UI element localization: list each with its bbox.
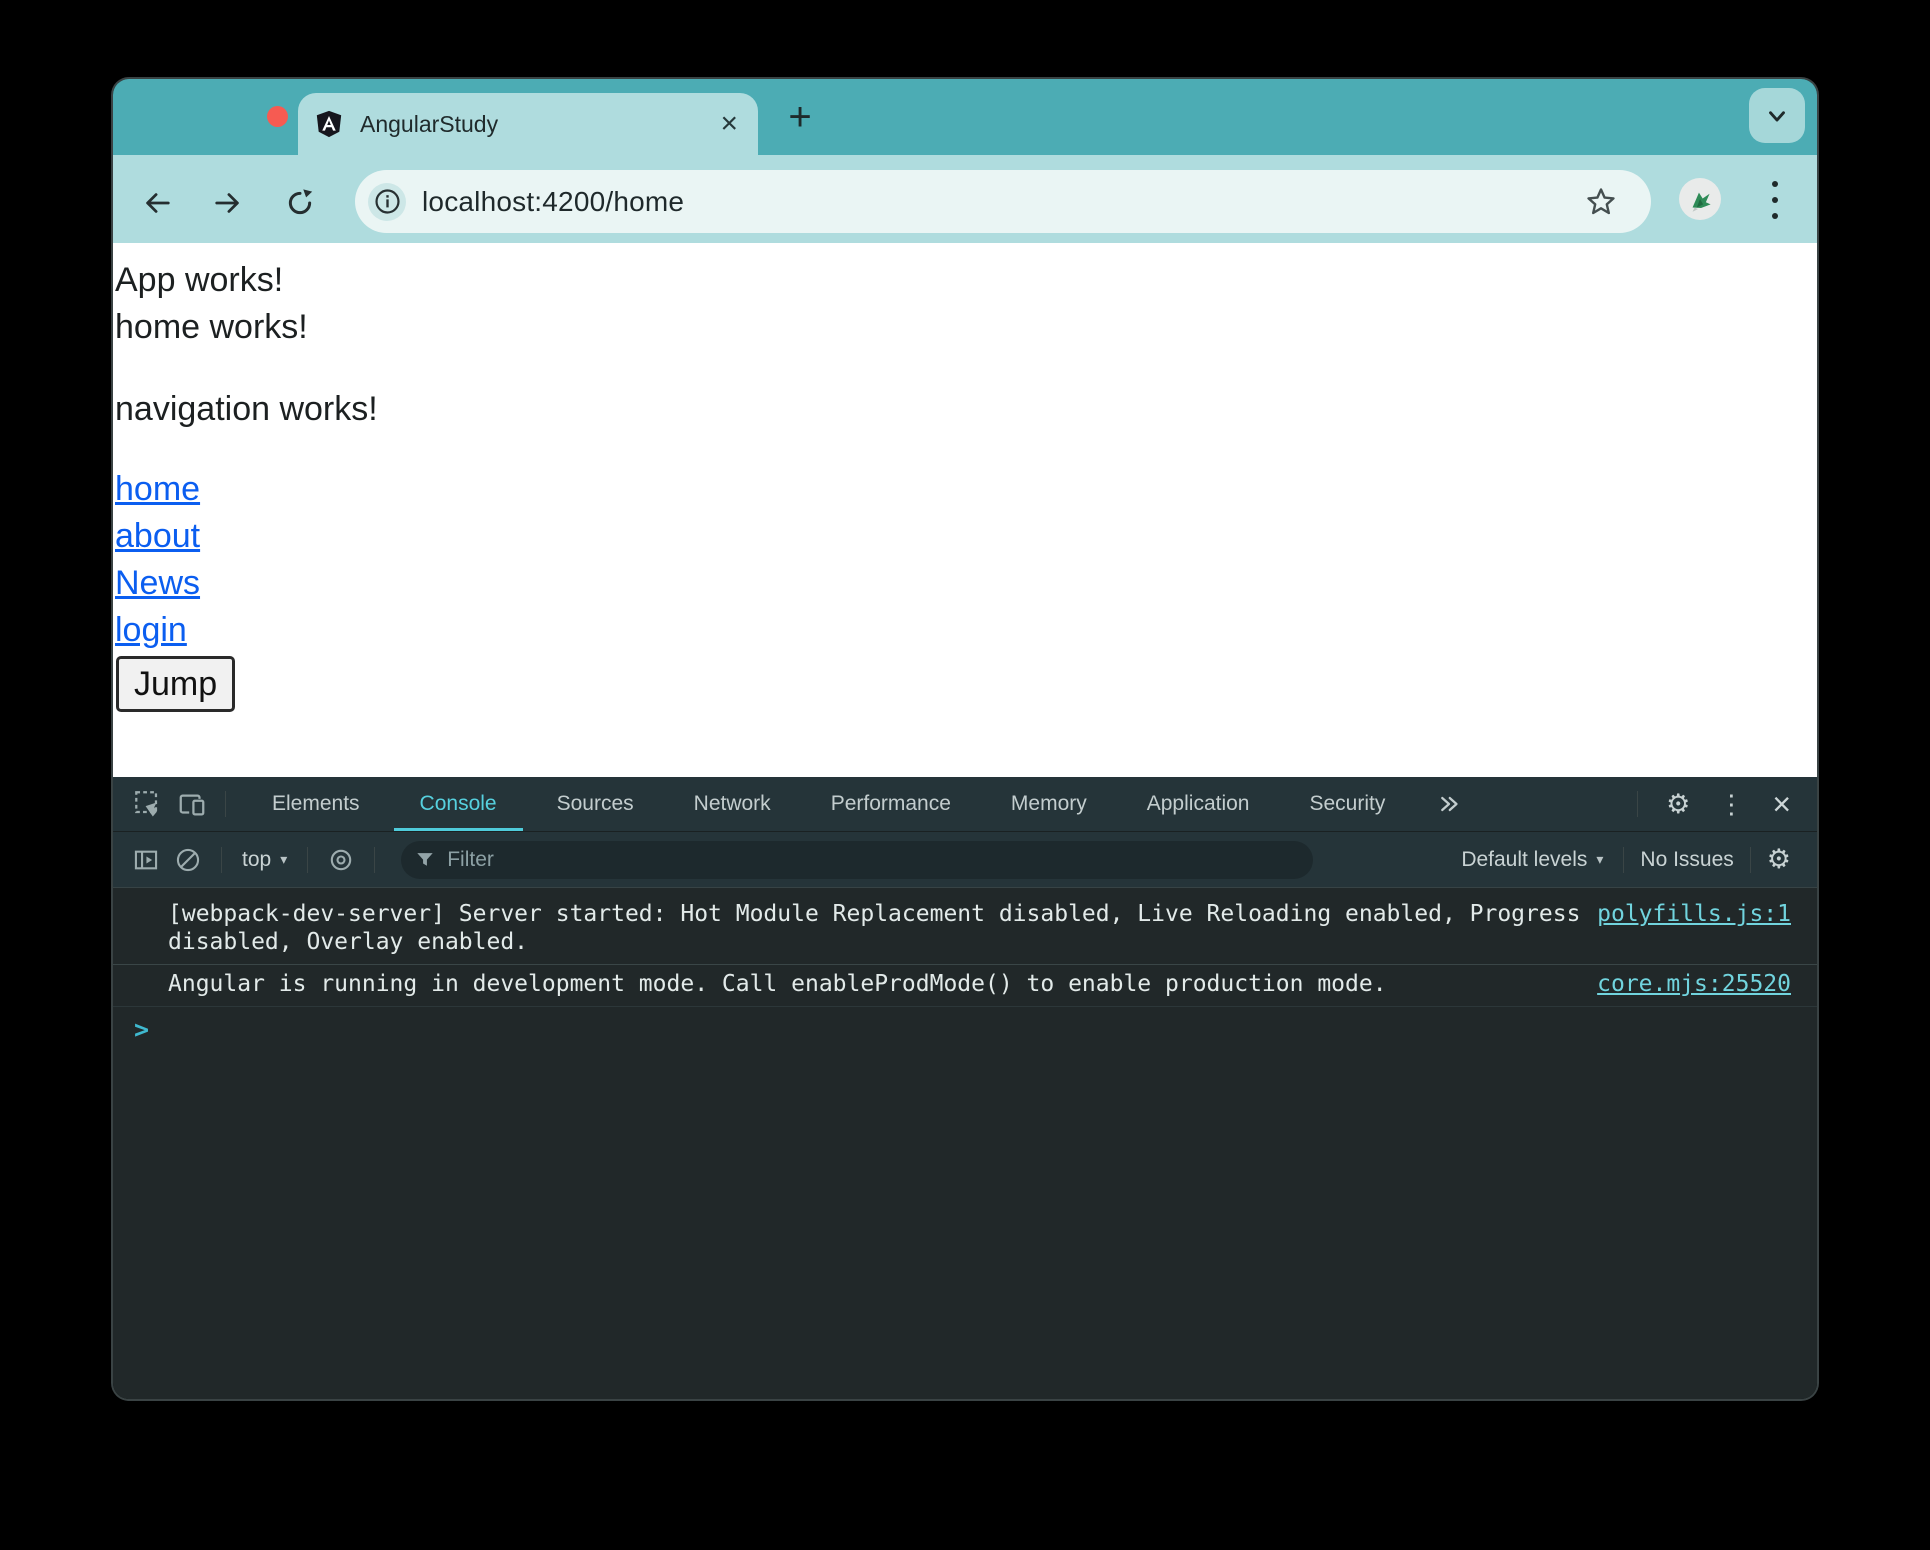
console-filter[interactable]: [401, 840, 1314, 879]
issues-counter[interactable]: No Issues: [1640, 848, 1733, 872]
jump-button[interactable]: Jump: [116, 656, 236, 712]
double-chevron-icon: [1441, 796, 1458, 812]
angular-logo-icon: [316, 110, 342, 138]
tab-title: AngularStudy: [360, 110, 499, 137]
tab-close-icon[interactable]: ×: [720, 109, 738, 139]
nav-link-login[interactable]: login: [115, 607, 187, 654]
divider: [1623, 846, 1625, 873]
divider: [1749, 846, 1751, 873]
forward-button[interactable]: [213, 188, 243, 218]
divider: [225, 791, 226, 817]
context-label: top: [242, 847, 272, 871]
tab-security[interactable]: Security: [1279, 777, 1415, 831]
app-works-text: App works!: [115, 261, 284, 299]
filter-funnel-icon: [417, 852, 433, 866]
devtools-close-button[interactable]: ×: [1772, 788, 1791, 820]
new-tab-button[interactable]: +: [777, 95, 823, 141]
javascript-context-selector[interactable]: top ▾: [238, 848, 291, 872]
console-prompt[interactable]: >: [113, 1007, 1817, 1043]
back-button[interactable]: [142, 188, 172, 218]
divider: [307, 846, 309, 873]
tab-network[interactable]: Network: [664, 777, 801, 831]
eye-icon: [330, 849, 352, 870]
caret-down-icon: ▾: [280, 851, 288, 868]
console-output: [webpack-dev-server] Server started: Hot…: [113, 888, 1817, 1399]
message-text: [webpack-dev-server] Server started: Hot…: [168, 901, 1581, 955]
nav-links: home about News login: [115, 466, 1817, 654]
address-bar[interactable]: localhost:4200/home: [355, 170, 1651, 233]
clear-icon: [176, 848, 200, 871]
devtools-tabbar: Elements Console Sources Network Perform…: [113, 777, 1817, 832]
home-works-text: home works!: [115, 308, 308, 346]
site-info-button[interactable]: [368, 182, 406, 221]
devtools-menu-button[interactable]: ⋮: [1718, 789, 1744, 820]
tab-elements[interactable]: Elements: [242, 777, 390, 831]
live-expression-button[interactable]: [324, 843, 358, 877]
browser-tab[interactable]: AngularStudy ×: [298, 93, 758, 155]
devtools-tabbar-actions: ⚙ ⋮ ×: [1637, 788, 1817, 820]
filter-input[interactable]: [447, 847, 1300, 872]
divider: [374, 846, 376, 873]
console-message: Angular is running in development mode. …: [113, 965, 1817, 1007]
console-toolbar-right: Default levels ▾ No Issues ⚙: [1457, 844, 1817, 875]
browser-titlebar: AngularStudy × +: [113, 79, 1817, 155]
tab-console[interactable]: Console: [390, 777, 527, 831]
tab-sources[interactable]: Sources: [527, 777, 664, 831]
profile-avatar[interactable]: [1679, 178, 1721, 220]
console-sidebar-button[interactable]: [129, 843, 163, 877]
message-source-link[interactable]: core.mjs:25520: [1597, 970, 1791, 998]
origami-dragon-icon: [1692, 192, 1711, 212]
navigation-works-text: navigation works!: [115, 390, 378, 428]
tab-search-button[interactable]: [1749, 88, 1805, 143]
nav-link-news[interactable]: News: [115, 560, 200, 607]
inspect-element-button[interactable]: [131, 787, 165, 821]
url-text: localhost:4200/home: [422, 185, 685, 217]
nav-link-home[interactable]: home: [115, 466, 200, 513]
nav-link-about[interactable]: about: [115, 513, 200, 560]
sidebar-toggle-icon: [134, 850, 158, 869]
more-tabs-button[interactable]: [1415, 792, 1483, 816]
devtools-settings-button[interactable]: ⚙: [1666, 789, 1690, 820]
browser-toolbar: localhost:4200/home: [113, 155, 1817, 243]
bookmark-star-icon[interactable]: [1585, 186, 1617, 218]
console-toolbar: top ▾ Default levels ▾: [113, 832, 1817, 888]
browser-menu-icon: [1772, 181, 1778, 187]
info-icon: [374, 189, 400, 214]
tab-performance[interactable]: Performance: [801, 777, 981, 831]
reload-button[interactable]: [285, 188, 315, 218]
device-toolbar-icon: [179, 794, 205, 816]
caret-down-icon: ▾: [1596, 851, 1604, 868]
console-message: [webpack-dev-server] Server started: Hot…: [113, 895, 1817, 965]
browser-window: AngularStudy × + localhost:4200/home App…: [113, 79, 1817, 1399]
tab-application[interactable]: Application: [1117, 777, 1280, 831]
message-source-link[interactable]: polyfills.js:1: [1597, 900, 1791, 928]
devtools-panel: Elements Console Sources Network Perform…: [113, 777, 1817, 1399]
close-window-button[interactable]: [267, 106, 288, 127]
prompt-chevron-icon: >: [134, 1015, 150, 1044]
message-text: Angular is running in development mode. …: [168, 971, 1387, 997]
inspect-cursor-icon: [135, 791, 158, 817]
tab-memory[interactable]: Memory: [981, 777, 1117, 831]
chevron-down-icon: [1769, 110, 1785, 121]
browser-menu-button[interactable]: [1766, 181, 1784, 219]
divider: [221, 846, 222, 873]
levels-label: Default levels: [1461, 847, 1588, 871]
device-toolbar-button[interactable]: [175, 787, 209, 821]
page-content: App works! home works! navigation works!…: [113, 243, 1817, 777]
divider: [1637, 791, 1639, 817]
console-settings-button[interactable]: ⚙: [1767, 844, 1791, 875]
clear-console-button[interactable]: [171, 843, 205, 877]
log-levels-dropdown[interactable]: Default levels ▾: [1457, 848, 1607, 872]
